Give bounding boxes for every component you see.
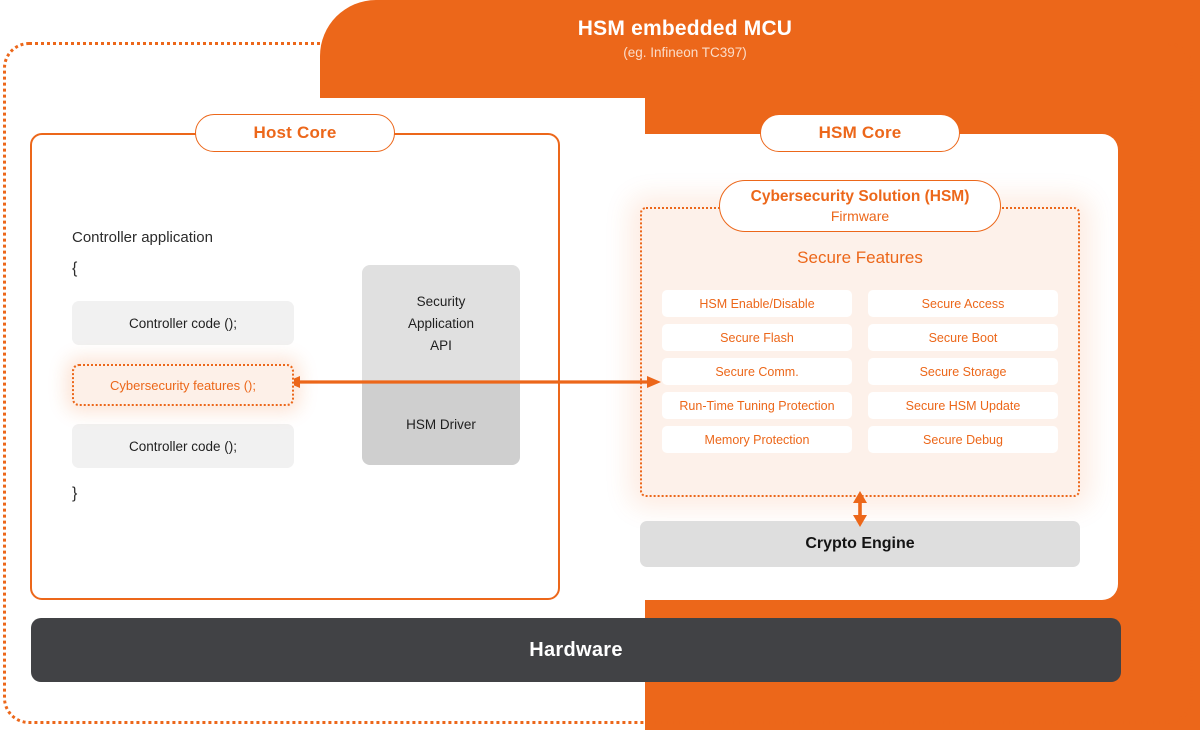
secure-features-title: Secure Features <box>797 248 923 267</box>
feature-secure-storage: Secure Storage <box>868 358 1058 385</box>
code-row-controller-code-2: Controller code (); <box>72 424 294 468</box>
feature-secure-flash: Secure Flash <box>662 324 852 351</box>
feature-secure-debug: Secure Debug <box>868 426 1058 453</box>
cybersecurity-solution-pill: Cybersecurity Solution (HSM) Firmware <box>719 180 1001 232</box>
mcu-subtitle: (eg. Infineon TC397) <box>623 45 747 60</box>
feature-memory-protection: Memory Protection <box>662 426 852 453</box>
api-line-3: API <box>430 338 452 353</box>
cybersecurity-solution-title: Cybersecurity Solution (HSM) <box>750 188 970 205</box>
hardware-bar: Hardware <box>31 618 1121 682</box>
feature-secure-hsm-update: Secure HSM Update <box>868 392 1058 419</box>
feature-secure-access: Secure Access <box>868 290 1058 317</box>
cybersecurity-solution-subtitle: Firmware <box>830 208 890 224</box>
host-core-pill: Host Core <box>195 114 395 152</box>
feature-secure-boot: Secure Boot <box>868 324 1058 351</box>
code-row-cybersecurity-features[interactable]: Cybersecurity features (); <box>72 364 294 406</box>
host-to-hsm-arrow-icon <box>286 376 661 388</box>
api-line-2: Application <box>407 316 475 331</box>
code-row-controller-code-1: Controller code (); <box>72 301 294 345</box>
crypto-engine-block: Crypto Engine <box>640 521 1080 567</box>
mcu-title: HSM embedded MCU <box>577 17 793 40</box>
header-title: HSM embedded MCU (eg. Infineon TC397) <box>320 16 1050 63</box>
controller-application-title: Controller application <box>72 229 213 246</box>
security-api-block: Security Application API HSM Driver <box>362 265 520 465</box>
features-to-crypto-arrow-icon <box>853 491 867 527</box>
api-line-1: Security <box>416 294 466 309</box>
security-application-api: Security Application API <box>362 265 520 383</box>
feature-run-time-tuning-protection: Run-Time Tuning Protection <box>662 392 852 419</box>
secure-features-grid: HSM Enable/Disable Secure Access Secure … <box>662 290 1058 453</box>
brace-close: } <box>72 485 78 502</box>
brace-open: { <box>72 260 78 277</box>
feature-secure-comm: Secure Comm. <box>662 358 852 385</box>
diagram-canvas: HSM embedded MCU (eg. Infineon TC397) Ho… <box>0 0 1200 730</box>
hsm-driver-label: HSM Driver <box>362 383 520 465</box>
feature-hsm-enable-disable: HSM Enable/Disable <box>662 290 852 317</box>
hsm-core-label: HSM Core <box>818 123 902 142</box>
host-core-label: Host Core <box>253 123 337 142</box>
hsm-core-pill: HSM Core <box>760 114 960 152</box>
